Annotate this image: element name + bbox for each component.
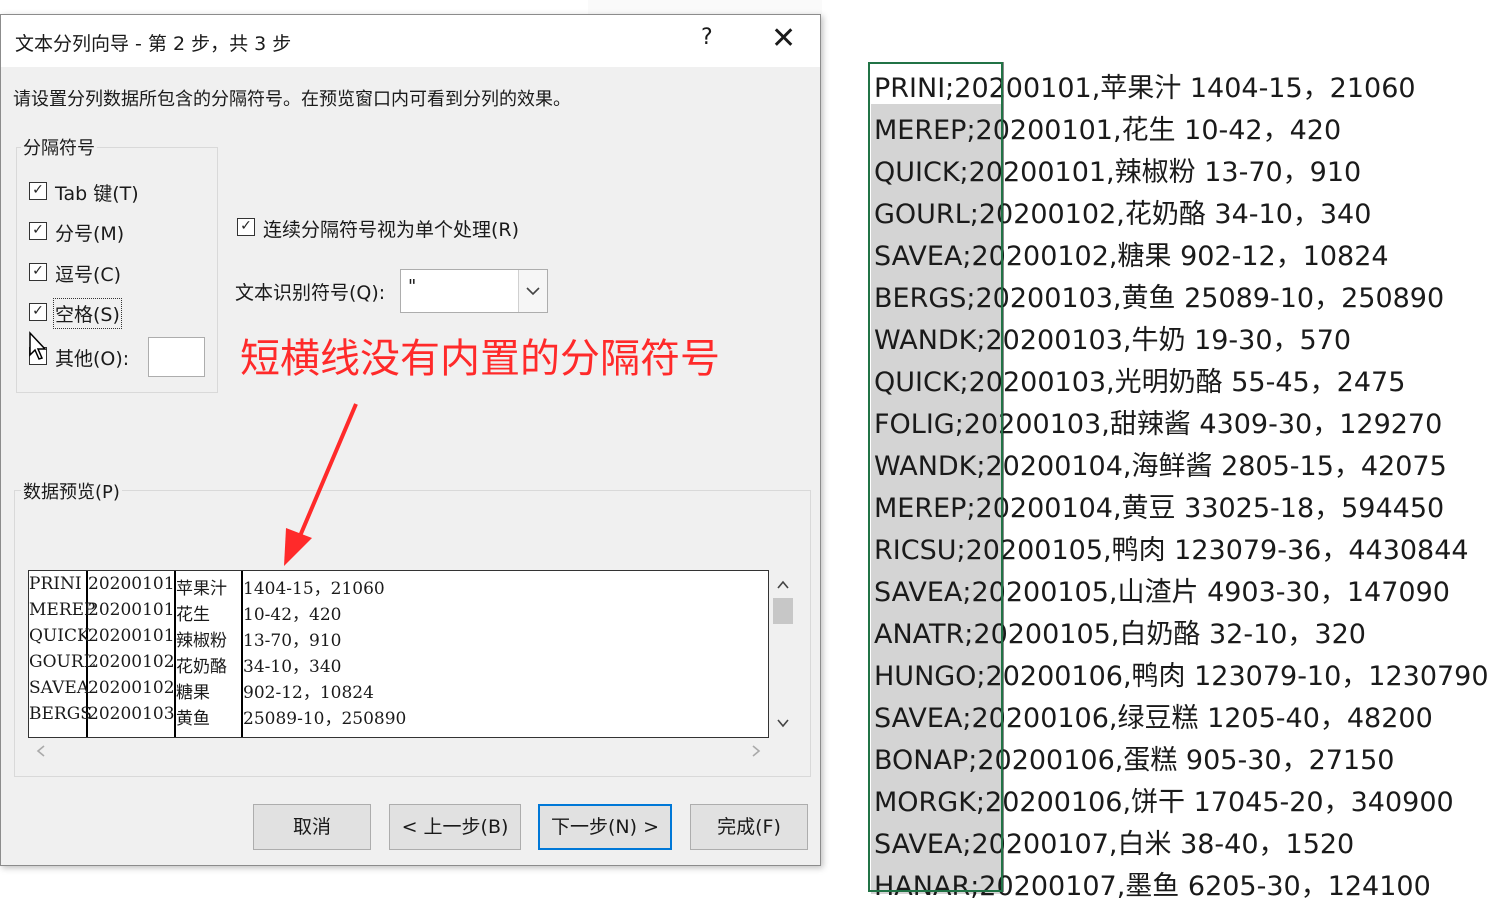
annotation-arrow-icon [284, 403, 358, 566]
